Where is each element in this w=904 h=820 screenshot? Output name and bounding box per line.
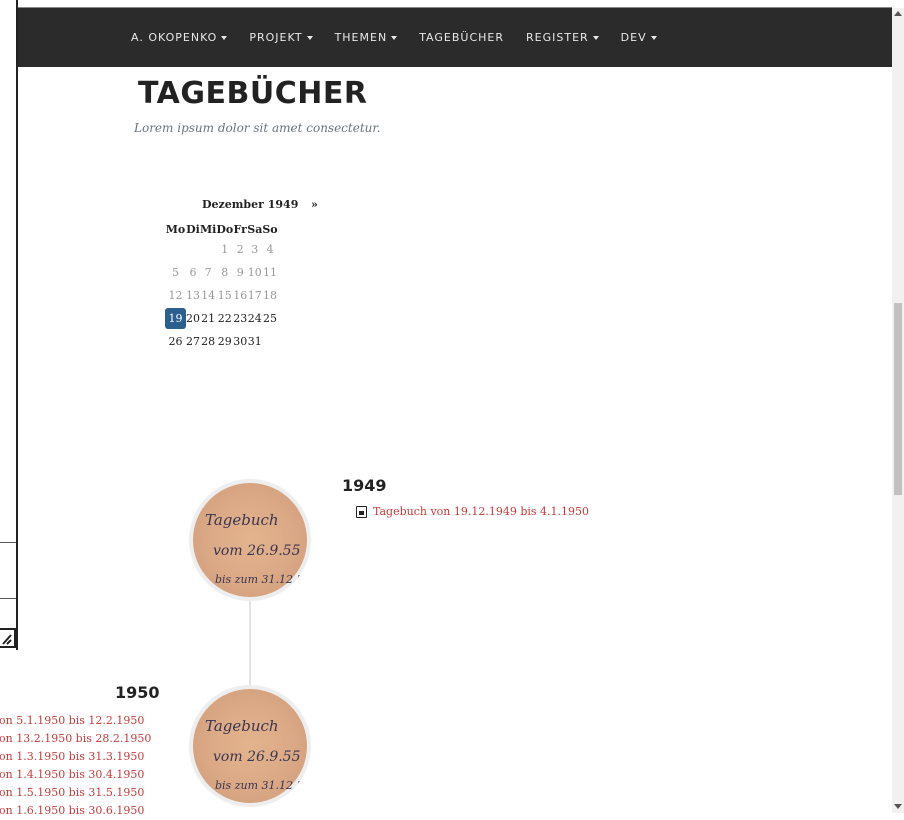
calendar-day[interactable]: 26 [165,330,186,353]
calendar-day[interactable]: 3 [247,238,262,261]
nav-item-okopenko[interactable]: A. OKOPENKO [131,31,228,44]
calendar-day[interactable]: 14 [200,284,216,307]
calendar-day[interactable]: 9 [233,261,247,284]
svg-text:vom 26.9.55: vom 26.9.55 [213,543,301,559]
diary-entry-link[interactable]: on 1.6.1950 bis 30.6.1950 [0,802,151,820]
calendar-day[interactable]: 31 [247,330,262,353]
background-window-frame [0,0,18,650]
vertical-scrollbar[interactable] [892,8,904,813]
diary-cover-image-1949: Tagebuch vom 26.9.55 bis zum 31.12.5 [189,479,311,601]
weekday-header: So [262,222,278,236]
nav-item-themen[interactable]: THEMEN [335,31,398,44]
calendar-day-selected[interactable]: 19 [165,307,186,330]
svg-text:Tagebuch: Tagebuch [205,717,279,735]
handwriting-image: Tagebuch vom 26.9.55 bis zum 31.12.5 [205,717,304,792]
window-divider [0,542,16,543]
svg-text:vom 26.9.55: vom 26.9.55 [213,749,301,765]
caret-down-icon [221,35,228,40]
calendar-day[interactable]: 27 [186,330,200,353]
diary-entry-link[interactable]: on 13.2.1950 bis 28.2.1950 [0,730,151,748]
calendar-day[interactable]: 21 [200,307,216,330]
calendar-day[interactable]: 25 [262,307,277,330]
calendar-day [262,330,277,353]
nav-item-dev[interactable]: DEV [621,31,657,44]
weekday-header: Fr [233,222,247,236]
calendar-day[interactable]: 30 [233,330,247,353]
calendar-day[interactable]: 1 [216,238,233,261]
calendar-day[interactable]: 22 [216,307,233,330]
calendar-day[interactable]: 7 [200,261,216,284]
selected-day-label: 19 [165,308,186,329]
nav-item-tagebuecher[interactable]: TAGEBÜCHER [419,31,504,44]
calendar-day[interactable]: 29 [216,330,233,353]
caret-down-icon [306,35,313,40]
handwriting-image: Tagebuch vom 26.9.55 bis zum 31.12.5 [205,511,304,586]
calendar-day[interactable]: 13 [186,284,200,307]
page-title: TAGEBÜCHER [138,76,368,111]
weekday-header: Mo [165,222,186,236]
window-divider [0,598,16,599]
timeline-year-1950: 1950 [115,683,160,702]
calendar-day[interactable]: 15 [216,284,233,307]
nav-list: A. OKOPENKO PROJEKT THEMEN TAGEBÜCHER RE… [131,31,679,44]
timeline-year-1949: 1949 [342,476,387,495]
calendar-day [186,238,200,261]
calendar-grid: Mo Di Mi Do Fr Sa So 1 2 3 4 5 6 7 8 9 1… [165,220,278,353]
diary-entry-link[interactable]: on 1.5.1950 bis 31.5.1950 [0,784,151,802]
calendar-day[interactable]: 8 [216,261,233,284]
calendar-next-button[interactable]: » [311,198,318,211]
calendar-day[interactable]: 24 [247,307,262,330]
calendar-day[interactable]: 4 [262,238,277,261]
diary-entry-link[interactable]: on 1.3.1950 bis 31.3.1950 [0,748,151,766]
calendar-day[interactable]: 10 [247,261,262,284]
calendar-day[interactable]: 28 [200,330,216,353]
calendar-day [165,238,186,261]
nav-item-projekt[interactable]: PROJEKT [249,31,313,44]
calendar-day[interactable]: 12 [165,284,186,307]
calendar-day[interactable]: 6 [186,261,200,284]
calendar-day[interactable]: 16 [233,284,247,307]
calendar-day[interactable]: 20 [186,307,200,330]
scroll-down-arrow-icon[interactable] [894,804,902,809]
caret-down-icon [650,35,657,40]
diary-cover-image-1950: Tagebuch vom 26.9.55 bis zum 31.12.5 [189,685,311,807]
diary-document-icon [356,505,367,518]
nav-item-register[interactable]: REGISTER [526,31,599,44]
calendar-day[interactable]: 23 [233,307,247,330]
calendar-day[interactable]: 5 [165,261,186,284]
main-navbar: A. OKOPENKO PROJEKT THEMEN TAGEBÜCHER RE… [18,8,892,67]
calendar-day [200,238,216,261]
calendar-day[interactable]: 11 [262,261,277,284]
weekday-header: Mi [200,222,217,236]
calendar-header: Dezember 1949 » [165,196,325,216]
page-subtitle: Lorem ipsum dolor sit amet consectetur. [134,121,381,135]
calendar-day[interactable]: 17 [247,284,262,307]
calendar-day[interactable]: 2 [233,238,247,261]
calendar-month-label: Dezember 1949 [202,198,299,211]
diary-entry-1949[interactable]: Tagebuch von 19.12.1949 bis 4.1.1950 [356,505,589,518]
scroll-up-arrow-icon[interactable] [894,11,902,16]
calendar-day[interactable]: 18 [262,284,277,307]
scrollbar-thumb[interactable] [894,303,902,495]
svg-text:Tagebuch: Tagebuch [205,511,279,529]
weekday-header: Sa [247,222,263,236]
diary-entry-link[interactable]: Tagebuch von 19.12.1949 bis 4.1.1950 [373,505,589,518]
weekday-header: Di [186,222,200,236]
resize-handle-icon[interactable] [0,628,16,648]
caret-down-icon [592,35,599,40]
svg-text:bis zum 31.12.5: bis zum 31.12.5 [215,573,304,586]
svg-text:bis zum 31.12.5: bis zum 31.12.5 [215,779,304,792]
diary-entry-link[interactable]: on 5.1.1950 bis 12.2.1950 [0,712,151,730]
caret-down-icon [391,35,398,40]
weekday-header: Do [216,222,234,236]
timeline-connector [249,600,251,690]
diary-entry-link[interactable]: on 1.4.1950 bis 30.4.1950 [0,766,151,784]
diary-entry-list-1950: on 5.1.1950 bis 12.2.1950 on 13.2.1950 b… [0,712,151,820]
